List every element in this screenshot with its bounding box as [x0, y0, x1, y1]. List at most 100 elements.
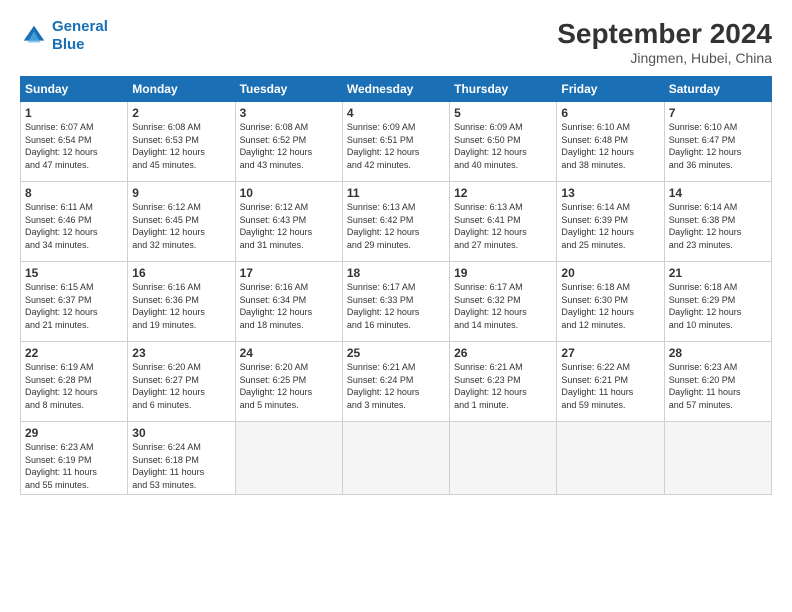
calendar-cell: 18Sunrise: 6:17 AM Sunset: 6:33 PM Dayli… — [342, 262, 449, 342]
calendar-cell: 8Sunrise: 6:11 AM Sunset: 6:46 PM Daylig… — [21, 182, 128, 262]
calendar-cell: 4Sunrise: 6:09 AM Sunset: 6:51 PM Daylig… — [342, 102, 449, 182]
day-number: 28 — [669, 346, 767, 360]
calendar-cell — [664, 422, 771, 495]
day-number: 10 — [240, 186, 338, 200]
header-sunday: Sunday — [21, 77, 128, 102]
day-number: 21 — [669, 266, 767, 280]
day-info: Sunrise: 6:16 AM Sunset: 6:36 PM Dayligh… — [132, 281, 230, 331]
calendar-cell: 20Sunrise: 6:18 AM Sunset: 6:30 PM Dayli… — [557, 262, 664, 342]
logo: General Blue — [20, 18, 108, 54]
day-info: Sunrise: 6:10 AM Sunset: 6:47 PM Dayligh… — [669, 121, 767, 171]
calendar-cell: 14Sunrise: 6:14 AM Sunset: 6:38 PM Dayli… — [664, 182, 771, 262]
day-number: 15 — [25, 266, 123, 280]
header-tuesday: Tuesday — [235, 77, 342, 102]
day-info: Sunrise: 6:21 AM Sunset: 6:24 PM Dayligh… — [347, 361, 445, 411]
header-wednesday: Wednesday — [342, 77, 449, 102]
calendar-cell — [557, 422, 664, 495]
header-monday: Monday — [128, 77, 235, 102]
day-info: Sunrise: 6:19 AM Sunset: 6:28 PM Dayligh… — [25, 361, 123, 411]
day-number: 26 — [454, 346, 552, 360]
calendar-cell: 10Sunrise: 6:12 AM Sunset: 6:43 PM Dayli… — [235, 182, 342, 262]
day-number: 17 — [240, 266, 338, 280]
logo-icon — [20, 22, 48, 50]
calendar-cell: 5Sunrise: 6:09 AM Sunset: 6:50 PM Daylig… — [450, 102, 557, 182]
location: Jingmen, Hubei, China — [557, 50, 772, 66]
calendar-cell: 16Sunrise: 6:16 AM Sunset: 6:36 PM Dayli… — [128, 262, 235, 342]
day-number: 23 — [132, 346, 230, 360]
header-thursday: Thursday — [450, 77, 557, 102]
day-info: Sunrise: 6:12 AM Sunset: 6:45 PM Dayligh… — [132, 201, 230, 251]
day-number: 3 — [240, 106, 338, 120]
day-info: Sunrise: 6:09 AM Sunset: 6:50 PM Dayligh… — [454, 121, 552, 171]
calendar: SundayMondayTuesdayWednesdayThursdayFrid… — [20, 76, 772, 495]
title-block: September 2024 Jingmen, Hubei, China — [557, 18, 772, 66]
day-number: 25 — [347, 346, 445, 360]
day-number: 1 — [25, 106, 123, 120]
header: General Blue September 2024 Jingmen, Hub… — [20, 18, 772, 66]
calendar-cell: 19Sunrise: 6:17 AM Sunset: 6:32 PM Dayli… — [450, 262, 557, 342]
day-number: 12 — [454, 186, 552, 200]
day-number: 2 — [132, 106, 230, 120]
calendar-cell: 6Sunrise: 6:10 AM Sunset: 6:48 PM Daylig… — [557, 102, 664, 182]
day-info: Sunrise: 6:10 AM Sunset: 6:48 PM Dayligh… — [561, 121, 659, 171]
day-info: Sunrise: 6:18 AM Sunset: 6:29 PM Dayligh… — [669, 281, 767, 331]
calendar-cell: 27Sunrise: 6:22 AM Sunset: 6:21 PM Dayli… — [557, 342, 664, 422]
day-number: 29 — [25, 426, 123, 440]
calendar-header-row: SundayMondayTuesdayWednesdayThursdayFrid… — [21, 77, 772, 102]
calendar-week-3: 15Sunrise: 6:15 AM Sunset: 6:37 PM Dayli… — [21, 262, 772, 342]
calendar-cell: 25Sunrise: 6:21 AM Sunset: 6:24 PM Dayli… — [342, 342, 449, 422]
day-info: Sunrise: 6:14 AM Sunset: 6:39 PM Dayligh… — [561, 201, 659, 251]
calendar-cell: 3Sunrise: 6:08 AM Sunset: 6:52 PM Daylig… — [235, 102, 342, 182]
day-number: 8 — [25, 186, 123, 200]
day-number: 9 — [132, 186, 230, 200]
day-info: Sunrise: 6:18 AM Sunset: 6:30 PM Dayligh… — [561, 281, 659, 331]
day-info: Sunrise: 6:22 AM Sunset: 6:21 PM Dayligh… — [561, 361, 659, 411]
month-title: September 2024 — [557, 18, 772, 50]
day-info: Sunrise: 6:15 AM Sunset: 6:37 PM Dayligh… — [25, 281, 123, 331]
day-info: Sunrise: 6:21 AM Sunset: 6:23 PM Dayligh… — [454, 361, 552, 411]
calendar-cell — [235, 422, 342, 495]
calendar-cell: 22Sunrise: 6:19 AM Sunset: 6:28 PM Dayli… — [21, 342, 128, 422]
logo-general: General — [52, 18, 108, 35]
day-number: 16 — [132, 266, 230, 280]
day-info: Sunrise: 6:09 AM Sunset: 6:51 PM Dayligh… — [347, 121, 445, 171]
calendar-cell — [450, 422, 557, 495]
day-info: Sunrise: 6:08 AM Sunset: 6:52 PM Dayligh… — [240, 121, 338, 171]
calendar-cell: 23Sunrise: 6:20 AM Sunset: 6:27 PM Dayli… — [128, 342, 235, 422]
calendar-cell: 1Sunrise: 6:07 AM Sunset: 6:54 PM Daylig… — [21, 102, 128, 182]
calendar-cell: 11Sunrise: 6:13 AM Sunset: 6:42 PM Dayli… — [342, 182, 449, 262]
day-number: 20 — [561, 266, 659, 280]
calendar-week-2: 8Sunrise: 6:11 AM Sunset: 6:46 PM Daylig… — [21, 182, 772, 262]
day-number: 27 — [561, 346, 659, 360]
day-info: Sunrise: 6:13 AM Sunset: 6:42 PM Dayligh… — [347, 201, 445, 251]
calendar-week-1: 1Sunrise: 6:07 AM Sunset: 6:54 PM Daylig… — [21, 102, 772, 182]
calendar-week-5: 29Sunrise: 6:23 AM Sunset: 6:19 PM Dayli… — [21, 422, 772, 495]
day-number: 4 — [347, 106, 445, 120]
header-saturday: Saturday — [664, 77, 771, 102]
day-number: 7 — [669, 106, 767, 120]
calendar-cell: 26Sunrise: 6:21 AM Sunset: 6:23 PM Dayli… — [450, 342, 557, 422]
day-number: 6 — [561, 106, 659, 120]
day-info: Sunrise: 6:17 AM Sunset: 6:32 PM Dayligh… — [454, 281, 552, 331]
calendar-cell: 24Sunrise: 6:20 AM Sunset: 6:25 PM Dayli… — [235, 342, 342, 422]
day-number: 13 — [561, 186, 659, 200]
calendar-cell: 12Sunrise: 6:13 AM Sunset: 6:41 PM Dayli… — [450, 182, 557, 262]
day-number: 18 — [347, 266, 445, 280]
logo-text: General Blue — [52, 18, 108, 54]
calendar-cell: 15Sunrise: 6:15 AM Sunset: 6:37 PM Dayli… — [21, 262, 128, 342]
day-info: Sunrise: 6:20 AM Sunset: 6:27 PM Dayligh… — [132, 361, 230, 411]
day-number: 22 — [25, 346, 123, 360]
day-number: 5 — [454, 106, 552, 120]
day-info: Sunrise: 6:20 AM Sunset: 6:25 PM Dayligh… — [240, 361, 338, 411]
day-number: 30 — [132, 426, 230, 440]
day-info: Sunrise: 6:24 AM Sunset: 6:18 PM Dayligh… — [132, 441, 230, 491]
calendar-cell: 29Sunrise: 6:23 AM Sunset: 6:19 PM Dayli… — [21, 422, 128, 495]
day-number: 24 — [240, 346, 338, 360]
calendar-cell: 28Sunrise: 6:23 AM Sunset: 6:20 PM Dayli… — [664, 342, 771, 422]
day-info: Sunrise: 6:12 AM Sunset: 6:43 PM Dayligh… — [240, 201, 338, 251]
header-friday: Friday — [557, 77, 664, 102]
day-number: 11 — [347, 186, 445, 200]
calendar-cell — [342, 422, 449, 495]
day-info: Sunrise: 6:13 AM Sunset: 6:41 PM Dayligh… — [454, 201, 552, 251]
day-number: 14 — [669, 186, 767, 200]
